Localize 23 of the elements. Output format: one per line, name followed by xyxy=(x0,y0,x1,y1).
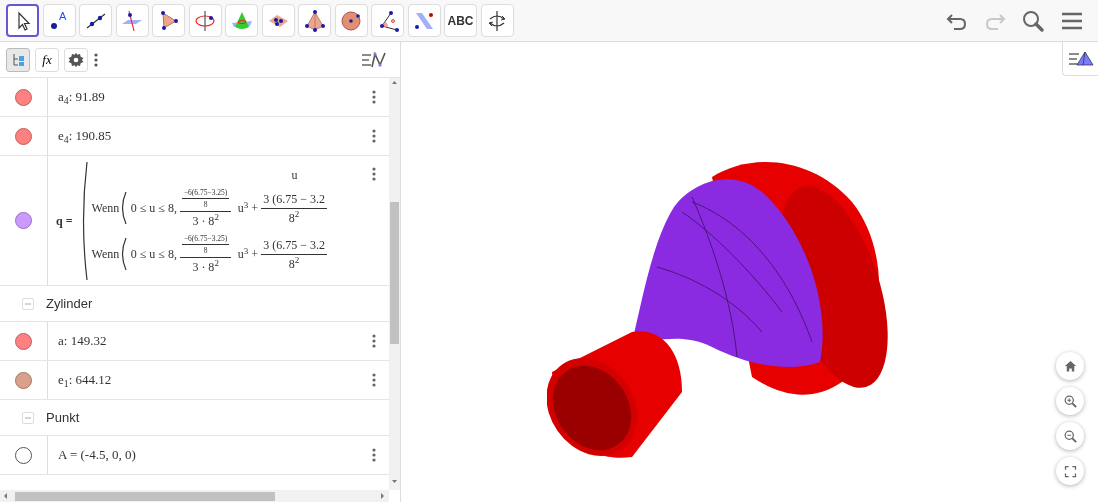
formula-text: 8$^{2}$ xyxy=(288,254,300,273)
algebra-entry: a$_{4}$: 91.89 xyxy=(58,88,105,107)
text-tool-button[interactable]: ABC xyxy=(444,4,477,37)
formula-text: 0 ≤ u ≤ 8, xyxy=(130,200,177,218)
group-header: Punkt xyxy=(46,408,80,427)
formula-text: Wenn xyxy=(91,200,120,218)
formula-text: u$^{3}$ + xyxy=(237,199,259,218)
formula-text: 3 · 8$^{2}$ xyxy=(192,211,219,230)
formula-text: 3 (6.75 − 3.2 xyxy=(261,189,327,209)
algebra-entry: a: 149.32 xyxy=(58,332,107,351)
formula-text: 8$^{2}$ xyxy=(288,208,300,227)
algebra-entry: e$_{4}$: 190.85 xyxy=(58,127,112,146)
algebra-entry: A = (-4.5, 0, 0) xyxy=(58,446,136,465)
formula-text: u$^{3}$ + xyxy=(237,245,259,264)
group-header: Zylinder xyxy=(46,294,93,313)
formula-text: 3 · 8$^{2}$ xyxy=(192,257,219,276)
formula-text: Wenn xyxy=(91,246,120,264)
formula-name: q = xyxy=(56,212,73,230)
function-button[interactable]: fx xyxy=(35,47,59,72)
formula-text: 0 ≤ u ≤ 8, xyxy=(130,246,177,264)
formula-text: 3 (6.75 − 3.2 xyxy=(261,235,327,255)
formula-text: u xyxy=(291,166,298,184)
algebra-entry: e$_{1}$: 644.12 xyxy=(58,371,112,390)
